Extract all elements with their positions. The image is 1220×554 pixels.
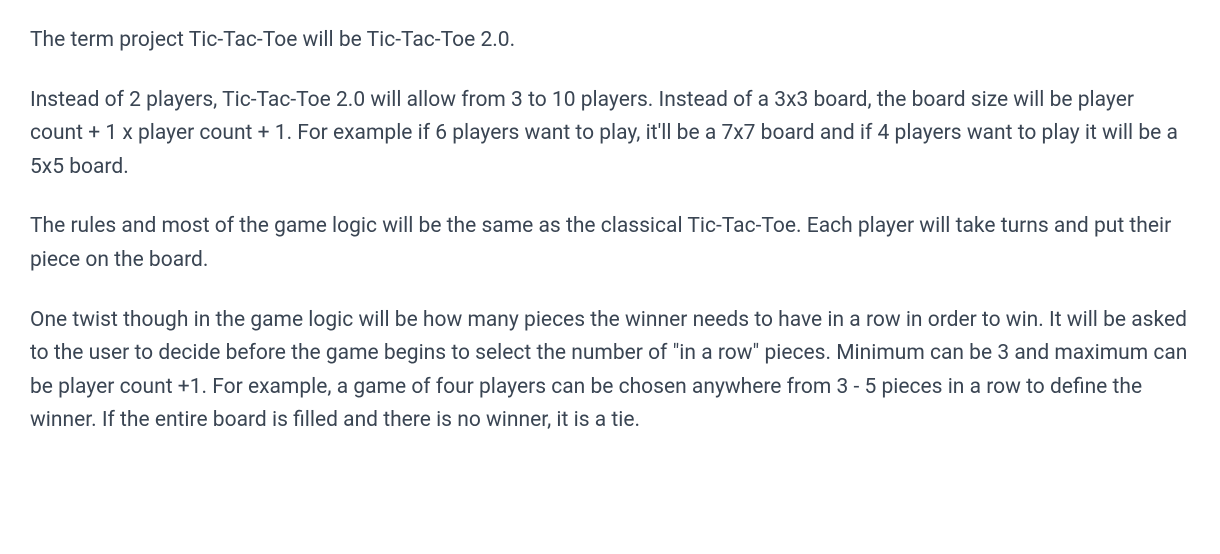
paragraph-win-condition: One twist though in the game logic will … [30,304,1190,438]
paragraph-rules: The rules and most of the game logic wil… [30,210,1190,277]
paragraph-players-board: Instead of 2 players, Tic-Tac-Toe 2.0 wi… [30,84,1190,185]
paragraph-intro: The term project Tic-Tac-Toe will be Tic… [30,24,1190,58]
